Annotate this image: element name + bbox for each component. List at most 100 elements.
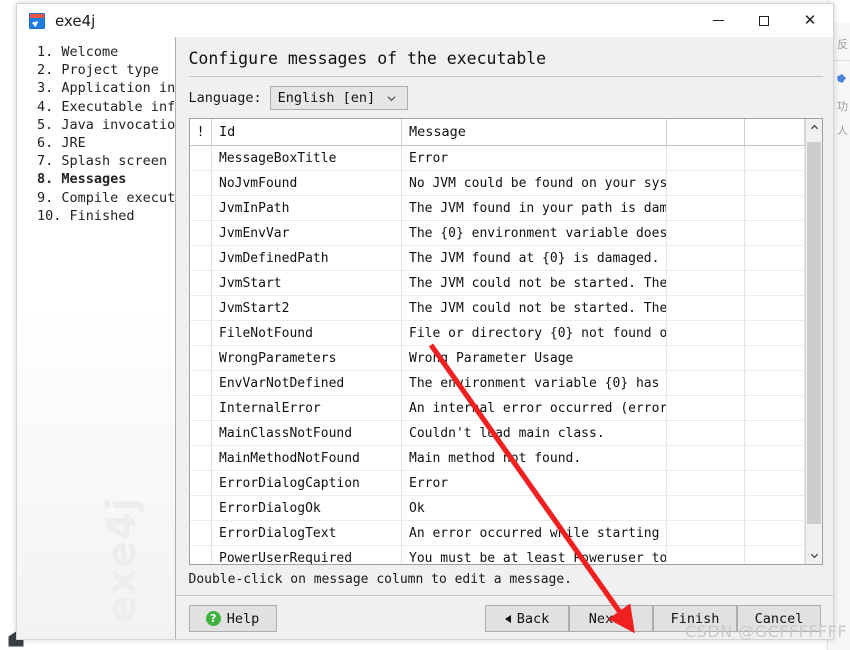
- cell-message[interactable]: Error: [401, 470, 667, 496]
- messages-table-scroll-area: ! Id Message MessageBoxTitle Error NoJvmFo…: [189, 119, 805, 564]
- table-row[interactable]: WrongParameters Wrong Parameter Usage: [189, 345, 805, 371]
- column-header-extra-1[interactable]: [666, 119, 745, 146]
- cell-message[interactable]: Ok: [401, 495, 667, 521]
- maximize-icon: [759, 15, 769, 26]
- scrollbar-thumb[interactable]: [807, 142, 821, 524]
- minimize-button[interactable]: [695, 4, 741, 37]
- page-title: Configure messages of the executable: [188, 49, 547, 68]
- cell-extra-2: [744, 520, 805, 546]
- table-row[interactable]: FileNotFound File or directory {0} not fo…: [189, 320, 805, 346]
- table-row[interactable]: MainClassNotFound Couldn't load main clas…: [189, 420, 805, 446]
- cell-warning: [189, 345, 212, 371]
- cell-message[interactable]: You must be at least Poweruser to ru...: [401, 545, 667, 564]
- scroll-down-button[interactable]: [806, 547, 822, 564]
- column-header-warning[interactable]: !: [189, 119, 212, 146]
- window-body: 1. Welcome 2. Project type 3. Applicatio…: [17, 37, 833, 639]
- scrollbar-track[interactable]: [806, 136, 822, 547]
- csdn-watermark: CSDN @GCFFFFFFF: [685, 622, 848, 641]
- cell-id: ErrorDialogText: [211, 520, 402, 546]
- sidebar-item-project-type[interactable]: 2. Project type: [17, 61, 175, 79]
- wizard-step-list: 1. Welcome 2. Project type 3. Applicatio…: [17, 37, 176, 639]
- table-row[interactable]: JvmInPath The JVM found in your path is d…: [189, 195, 805, 221]
- cell-extra-1: [666, 345, 745, 371]
- language-select[interactable]: English [en]: [269, 86, 408, 110]
- sidebar-item-compile-executable[interactable]: 9. Compile executable: [17, 189, 175, 207]
- table-row[interactable]: EnvVarNotDefined The environment variable…: [189, 370, 805, 396]
- step-number: 1.: [37, 44, 54, 60]
- language-label: Language:: [188, 90, 262, 106]
- table-row[interactable]: MessageBoxTitle Error: [189, 145, 805, 171]
- cell-message[interactable]: The JVM could not be started. The ma...: [401, 270, 667, 296]
- background-accent-icon: [837, 74, 846, 83]
- step-label: JRE: [61, 135, 86, 152]
- cell-extra-1: [666, 145, 745, 171]
- step-label: Java invocation: [61, 116, 176, 133]
- sidebar-item-jre[interactable]: 6. JRE: [17, 134, 175, 152]
- cell-message[interactable]: The environment variable {0} has to ...: [401, 370, 667, 396]
- cell-warning: [189, 370, 212, 396]
- table-row[interactable]: JvmEnvVar The {0} environment variable do…: [189, 220, 805, 246]
- back-button-label: Back: [516, 610, 550, 627]
- chevron-down-icon: [387, 95, 396, 101]
- cell-message[interactable]: Wrong Parameter Usage: [401, 345, 667, 371]
- exe4j-app-icon: [29, 12, 45, 29]
- cell-extra-1: [666, 170, 745, 196]
- cell-id: NoJvmFound: [211, 170, 402, 196]
- column-header-message[interactable]: Message: [401, 119, 667, 146]
- cell-message[interactable]: File or directory {0} not found or e...: [401, 320, 667, 346]
- chevron-up-icon: [810, 124, 818, 130]
- scroll-up-button[interactable]: [806, 119, 822, 136]
- table-row[interactable]: JvmDefinedPath The JVM found at {0} is da…: [189, 245, 805, 271]
- cell-message[interactable]: No JVM could be found on your system...: [401, 170, 667, 196]
- sidebar-item-welcome[interactable]: 1. Welcome: [17, 43, 175, 61]
- help-button[interactable]: ? Help: [188, 605, 277, 632]
- table-row[interactable]: ErrorDialogCaption Error: [189, 470, 805, 496]
- sidebar-item-splash-screen[interactable]: 7. Splash screen: [17, 152, 175, 170]
- cell-id: EnvVarNotDefined: [211, 370, 402, 396]
- maximize-button[interactable]: [741, 4, 787, 37]
- column-header-extra-2[interactable]: [744, 119, 805, 146]
- cell-message[interactable]: The JVM found in your path is damage...: [401, 195, 667, 221]
- cell-message[interactable]: Main method not found.: [401, 445, 667, 471]
- cell-extra-2: [744, 245, 805, 271]
- cell-message[interactable]: The JVM could not be started. The ma...: [401, 295, 667, 321]
- cell-extra-2: [744, 320, 805, 346]
- table-row[interactable]: MainMethodNotFound Main method not found.: [189, 445, 805, 471]
- table-row[interactable]: PowerUserRequired You must be at least Po…: [189, 545, 805, 564]
- step-number: 2.: [37, 62, 54, 79]
- cell-message[interactable]: The JVM found at {0} is damaged. \nPl...: [401, 245, 667, 271]
- sidebar-item-application-info[interactable]: 3. Application info: [17, 79, 175, 97]
- table-row[interactable]: InternalError An internal error occurred …: [189, 395, 805, 421]
- cell-message[interactable]: The {0} environment variable does no...: [401, 220, 667, 246]
- cell-message[interactable]: An internal error occurred (error co...: [401, 395, 667, 421]
- close-button[interactable]: ✕: [787, 4, 833, 37]
- table-row[interactable]: ErrorDialogOk Ok: [189, 495, 805, 521]
- column-header-id[interactable]: Id: [211, 119, 402, 146]
- cell-message[interactable]: Couldn't load main class.: [401, 420, 667, 446]
- cell-warning: [189, 320, 212, 346]
- next-button[interactable]: Next: [569, 605, 653, 632]
- back-button[interactable]: Back: [485, 605, 569, 632]
- window-title-bar: exe4j ✕: [17, 4, 833, 37]
- language-selected-value: English [en]: [277, 90, 376, 106]
- help-button-label: Help: [226, 610, 260, 627]
- cell-id: MainClassNotFound: [211, 420, 402, 446]
- table-row[interactable]: ErrorDialogText An error occurred while s…: [189, 520, 805, 546]
- table-hint-text: Double-click on message column to edit a…: [188, 572, 573, 587]
- window-title-text: exe4j: [55, 11, 96, 30]
- table-row[interactable]: JvmStart The JVM could not be started. Th…: [189, 270, 805, 296]
- table-row[interactable]: JvmStart2 The JVM could not be started. T…: [189, 295, 805, 321]
- sidebar-item-java-invocation[interactable]: 5. Java invocation: [17, 116, 175, 134]
- step-number: 4.: [37, 98, 54, 115]
- sidebar-item-finished[interactable]: 10. Finished: [17, 207, 175, 225]
- cell-extra-2: [744, 220, 805, 246]
- table-row[interactable]: NoJvmFound No JVM could be found on your …: [189, 170, 805, 196]
- cell-message[interactable]: Error: [401, 145, 667, 171]
- close-icon: ✕: [803, 11, 817, 29]
- cell-extra-2: [744, 445, 805, 471]
- sidebar-item-messages[interactable]: 8. Messages: [17, 170, 175, 188]
- sidebar-item-executable-info[interactable]: 4. Executable info: [17, 98, 175, 116]
- cell-message[interactable]: An error occurred while starting up ...: [401, 520, 667, 546]
- table-vertical-scrollbar[interactable]: [805, 119, 822, 564]
- cell-warning: [189, 195, 212, 221]
